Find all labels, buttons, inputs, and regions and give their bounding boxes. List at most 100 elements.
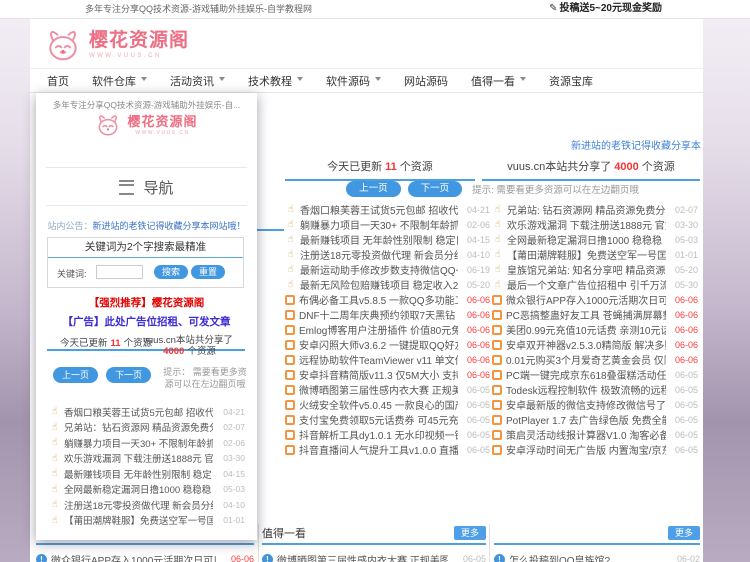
- resource-title[interactable]: 欢乐游戏漏洞 下载注册送1888元 官方合作: [507, 217, 666, 232]
- list-item[interactable]: Todesk远程控制软件 极致流畅的远程协助工具 06-05: [492, 382, 698, 397]
- resource-title[interactable]: 安卓双开神器v2.5.3.0精简版 解决多账号切换: [506, 337, 666, 352]
- resource-title[interactable]: PC恶搞整蛊好友工具 苍蝇捕满屏幕整蛊专家 效: [506, 307, 666, 322]
- keyword-input[interactable]: [96, 265, 143, 279]
- nav-item[interactable]: 软件仓库: [92, 73, 147, 89]
- prev-page-button[interactable]: 上一页: [346, 181, 401, 197]
- list-item[interactable]: 安卓抖音精简版v11.3 仅5M大小 支持账号登录 06-06: [285, 367, 490, 382]
- resource-title[interactable]: 策启灵活动线报计算器V1.0 淘客必备的一款软: [506, 427, 666, 442]
- list-item[interactable]: PC端一键完成京东618叠蛋糕活动任务工具 06-05: [492, 367, 698, 382]
- resource-title[interactable]: 安卓闪照大师v3.6.2 一键提取QQ好友发的闪照: [299, 337, 458, 352]
- list-item[interactable]: 抖音直播间人气提升工具v1.0.0 直播间自动发 06-05: [285, 442, 490, 457]
- resource-title[interactable]: 注册送18元零投资做代理 新会员分红存: [64, 498, 213, 512]
- resource-title[interactable]: 香烟口粮芙蓉王试货5元包邮 招收代理: [64, 405, 213, 419]
- ad-slot-link[interactable]: 【广告】此处广告位招租、可发文章: [36, 314, 257, 329]
- list-item[interactable]: 最新运动助手修改步数支持微信QQ+ZFB步 06-19: [285, 262, 490, 277]
- resource-title[interactable]: 微众银行APP存入1000元活期次日可以获得无: [506, 292, 666, 307]
- list-item[interactable]: 皇族馆兄弟站: 知名分享吧 精品资源分享基地 05-20: [492, 262, 698, 277]
- notice-link[interactable]: 新进站的老铁记得收藏分享本网站哦！: [93, 221, 246, 231]
- list-item[interactable]: DNF十二周年庆典预约领取7天黑钻 回归用户 06-06: [285, 307, 490, 322]
- resource-title[interactable]: 全网最新稳定漏洞日撸1000 稳稳稳: [64, 482, 213, 496]
- list-item[interactable]: 抖音解析工具dy1.0.1 无水印视频一键解析软件 06-05: [285, 427, 490, 442]
- list-item[interactable]: 兄弟站：钻石资源网 精品资源免费分享基 02-07: [49, 420, 245, 436]
- resource-title[interactable]: 抖音直播间人气提升工具v1.0.0 直播间自动发: [299, 442, 458, 457]
- announcement-marquee[interactable]: 新进站的老铁记得收藏分享本: [571, 137, 701, 152]
- prev-page-button[interactable]: 上一页: [53, 367, 98, 383]
- list-item[interactable]: 布偶必备工具v5.8.5 一款QQ多功能工具软件 06-06: [285, 292, 490, 307]
- list-item[interactable]: 最新赚钱项目 无年龄性别限制 稳定日撸 04-15: [49, 466, 245, 482]
- nav-item[interactable]: 软件源码: [326, 73, 381, 89]
- resource-title[interactable]: 最新赚钱项目 无年龄性别限制 稳定日撸: [64, 467, 213, 481]
- resource-title[interactable]: 0.01元购买3个月爱奇艺黄金会员 仅限京东白: [506, 352, 666, 367]
- resource-title[interactable]: 远程协助软件TeamViewer v11 单文件版 方便: [299, 352, 458, 367]
- list-item[interactable]: 微博晒图第三届性感内衣大赛 正规美图等你欣赏 06-05: [262, 551, 486, 562]
- list-item[interactable]: 躺赚暴力项目一天30+ 不限制年龄抓紧上车 02-06: [285, 217, 490, 232]
- list-item[interactable]: 安卓双开神器v2.5.3.0精简版 解决多账号切换 06-06: [492, 337, 698, 352]
- nav-item[interactable]: 首页: [47, 73, 69, 89]
- list-item[interactable]: 注册送18元零投资做代理 新会员分红存1000 04-10: [285, 247, 490, 262]
- nav-toggle[interactable]: 导航: [36, 175, 257, 199]
- reset-button[interactable]: 重置: [191, 265, 225, 279]
- list-item[interactable]: 0.01元购买3个月爱奇艺黄金会员 仅限京东白 06-06: [492, 352, 698, 367]
- resource-title[interactable]: 【莆田潮牌鞋服】免费送空军一号匡威1970s: [507, 247, 666, 262]
- list-item[interactable]: 最后一个文章广告位招租中 引千万流 聚八方 05-30: [492, 277, 698, 292]
- resource-title[interactable]: 最新无风险包赔赚钱项目 稳定收入200-500元: [300, 277, 458, 292]
- next-page-button[interactable]: 下一页: [106, 367, 151, 383]
- list-item[interactable]: 欢乐游戏漏洞 下载注册送1888元 官方合作 03-30: [492, 217, 698, 232]
- resource-title[interactable]: 香烟口粮芙蓉王试货5元包邮 招收代理: [300, 202, 458, 217]
- resource-title[interactable]: PotPlayer 1.7 去广告绿色版 免费全能影音播: [506, 412, 666, 427]
- submit-reward-link[interactable]: ✎投稿送5~20元现金奖励: [549, 0, 662, 18]
- list-item[interactable]: 全网最新稳定漏洞日撸1000 稳稳稳 05-03: [49, 482, 245, 498]
- recommend-ad-link[interactable]: 【强烈推荐】樱花资源阁: [36, 295, 257, 310]
- resource-title[interactable]: 躺赚暴力项目一天30+ 不限制年龄抓紧上: [64, 436, 213, 450]
- resource-title[interactable]: 躺赚暴力项目一天30+ 不限制年龄抓紧上车: [300, 217, 458, 232]
- list-item[interactable]: 兄弟站: 钻石资源网 精品资源免费分享基地 02-07: [492, 202, 698, 217]
- list-item[interactable]: 安卓浮动时间无广告版 内置淘宝/京东/苏宁/拼 06-05: [492, 442, 698, 457]
- nav-item[interactable]: 技术教程: [248, 73, 303, 89]
- list-item[interactable]: 安卓闪照大师v3.6.2 一键提取QQ好友发的闪照 06-06: [285, 337, 490, 352]
- list-item[interactable]: Emlog博客用户注册插件 价值80元免费分享 06-06: [285, 322, 490, 337]
- list-item[interactable]: 全网最新稳定漏洞日撸1000 稳稳稳 05-03: [492, 232, 698, 247]
- resource-title[interactable]: Emlog博客用户注册插件 价值80元免费分享: [299, 322, 458, 337]
- list-item[interactable]: 【莆田潮牌鞋服】免费送空军一号匡威1970s 01-01: [492, 247, 698, 262]
- resource-title[interactable]: 皇族馆兄弟站: 知名分享吧 精品资源分享基地: [507, 262, 666, 277]
- resource-title[interactable]: 微博晒图第三届性感内衣大赛 正规美图等你欣赏: [277, 552, 448, 562]
- resource-title[interactable]: 全网最新稳定漏洞日撸1000 稳稳稳: [507, 232, 666, 247]
- resource-title[interactable]: 怎么投稿到QQ皇族馆?: [509, 552, 662, 562]
- next-page-button[interactable]: 下一页: [408, 181, 463, 197]
- resource-title[interactable]: 最新赚钱项目 无年龄性别限制 稳定日撸300+: [300, 232, 458, 247]
- resource-title[interactable]: 火绒安全软件v5.0.45 一款良心的国产安全软件: [299, 397, 458, 412]
- list-item[interactable]: 【莆田潮牌鞋服】免费送空军一号匡威 01-01: [49, 513, 245, 529]
- resource-title[interactable]: 【莆田潮牌鞋服】免费送空军一号匡威: [64, 513, 213, 527]
- resource-title[interactable]: 最新运动助手修改步数支持微信QQ+ZFB步: [300, 262, 458, 277]
- resource-title[interactable]: DNF十二周年庆典预约领取7天黑钻 回归用户: [299, 307, 458, 322]
- more-button[interactable]: 更多: [454, 526, 486, 540]
- resource-title[interactable]: 布偶必备工具v5.8.5 一款QQ多功能工具软件: [299, 292, 458, 307]
- list-item[interactable]: 微众银行APP存入1000元活期次日可以获得无 06-06: [492, 292, 698, 307]
- list-item[interactable]: 微众银行APP存入1000元活期次日可以获得无门 06-06: [36, 551, 254, 562]
- resource-title[interactable]: 微博晒图第三届性感内衣大赛 正规美图等你欣: [299, 382, 458, 397]
- resource-title[interactable]: 兄弟站: 钻石资源网 精品资源免费分享基地: [507, 202, 666, 217]
- more-button[interactable]: 更多: [668, 526, 700, 540]
- resource-title[interactable]: 注册送18元零投资做代理 新会员分红存1000: [300, 247, 458, 262]
- nav-item[interactable]: 值得一看: [471, 73, 526, 89]
- list-item[interactable]: 火绒安全软件v5.0.45 一款良心的国产安全软件 06-05: [285, 397, 490, 412]
- resource-title[interactable]: 微众银行APP存入1000元活期次日可以获得无门: [51, 552, 216, 562]
- list-item[interactable]: 远程协助软件TeamViewer v11 单文件版 方便 06-06: [285, 352, 490, 367]
- nav-item[interactable]: 资源宝库: [549, 73, 593, 89]
- list-item[interactable]: 微博晒图第三届性感内衣大赛 正规美图等你欣 06-05: [285, 382, 490, 397]
- list-item[interactable]: PotPlayer 1.7 去广告绿色版 免费全能影音播 06-05: [492, 412, 698, 427]
- resource-title[interactable]: 抖音解析工具dy1.0.1 无水印视频一键解析软件: [299, 427, 458, 442]
- resource-title[interactable]: 支付宝免费领取5元话费券 可45元充值三网50: [299, 412, 458, 427]
- site-logo[interactable]: 樱花资源阁 WWW.VUUS.CN: [44, 22, 189, 68]
- list-item[interactable]: 香烟口粮芙蓉王试货5元包邮 招收代理 04-21: [49, 404, 245, 420]
- popup-logo[interactable]: 樱花资源阁 WWW.VUUS.CN: [36, 113, 257, 137]
- list-item[interactable]: 最新无风险包赔赚钱项目 稳定收入200-500元 05-20: [285, 277, 490, 292]
- list-item[interactable]: 安卓最新版的微信支持修改微信号了！ IOS版 06-05: [492, 397, 698, 412]
- nav-item[interactable]: 活动资讯: [170, 73, 225, 89]
- list-item[interactable]: PC恶搞整蛊好友工具 苍蝇捕满屏幕整蛊专家 效 06-06: [492, 307, 698, 322]
- resource-title[interactable]: PC端一键完成京东618叠蛋糕活动任务工具: [506, 367, 666, 382]
- list-item[interactable]: 美团0.99元充值10元话费 亲测10元话费秒到 06-06: [492, 322, 698, 337]
- list-item[interactable]: 策启灵活动线报计算器V1.0 淘客必备的一款软 06-05: [492, 427, 698, 442]
- resource-title[interactable]: 安卓最新版的微信支持修改微信号了！ IOS版: [506, 397, 666, 412]
- list-item[interactable]: 欢乐游戏漏洞 下载注册送1888元 官方合 03-30: [49, 451, 245, 467]
